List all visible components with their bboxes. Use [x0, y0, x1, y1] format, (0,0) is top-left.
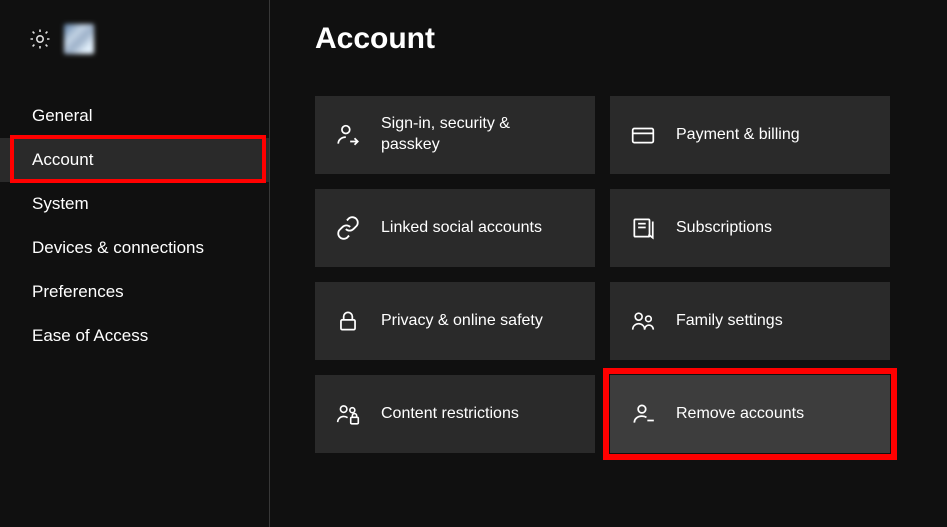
lock-icon	[335, 308, 361, 334]
person-remove-icon	[630, 401, 656, 427]
people-lock-icon	[335, 401, 361, 427]
sidebar-item-preferences[interactable]: Preferences	[0, 270, 269, 314]
people-icon	[630, 308, 656, 334]
tile-family-settings[interactable]: Family settings	[610, 282, 890, 360]
tile-signin-security[interactable]: Sign-in, security & passkey	[315, 96, 595, 174]
page-title: Account	[315, 22, 917, 56]
tile-grid: Sign-in, security & passkey Payment & bi…	[315, 96, 917, 453]
sidebar-item-label: Devices & connections	[32, 238, 204, 257]
tile-label: Payment & billing	[676, 125, 800, 146]
sidebar-item-devices[interactable]: Devices & connections	[0, 226, 269, 270]
receipt-icon	[630, 215, 656, 241]
tile-label: Family settings	[676, 311, 783, 332]
sidebar-nav: General Account System Devices & connect…	[0, 94, 269, 358]
sidebar-item-label: System	[32, 194, 89, 213]
sidebar-item-label: Preferences	[32, 282, 124, 301]
link-icon	[335, 215, 361, 241]
tile-remove-accounts[interactable]: Remove accounts	[610, 375, 890, 453]
tile-privacy-safety[interactable]: Privacy & online safety	[315, 282, 595, 360]
tile-label: Linked social accounts	[381, 218, 542, 239]
tile-label: Privacy & online safety	[381, 311, 543, 332]
tile-label: Sign-in, security & passkey	[381, 114, 571, 156]
tile-label: Subscriptions	[676, 218, 772, 239]
sidebar-item-label: Ease of Access	[32, 326, 148, 345]
tile-payment-billing[interactable]: Payment & billing	[610, 96, 890, 174]
tile-label: Content restrictions	[381, 404, 519, 425]
sidebar: General Account System Devices & connect…	[0, 0, 270, 527]
sidebar-item-general[interactable]: General	[0, 94, 269, 138]
person-signin-icon	[335, 122, 361, 148]
sidebar-item-label: Account	[32, 150, 93, 169]
sidebar-header	[0, 18, 269, 94]
tile-subscriptions[interactable]: Subscriptions	[610, 189, 890, 267]
sidebar-item-label: General	[32, 106, 92, 125]
sidebar-item-ease-of-access[interactable]: Ease of Access	[0, 314, 269, 358]
tile-linked-social[interactable]: Linked social accounts	[315, 189, 595, 267]
tile-content-restrictions[interactable]: Content restrictions	[315, 375, 595, 453]
avatar	[64, 24, 94, 54]
tile-label: Remove accounts	[676, 404, 804, 425]
card-icon	[630, 122, 656, 148]
main-panel: Account Sign-in, security & passkey Paym…	[270, 0, 947, 527]
gear-icon	[28, 27, 52, 51]
sidebar-item-system[interactable]: System	[0, 182, 269, 226]
sidebar-item-account[interactable]: Account	[0, 138, 269, 182]
